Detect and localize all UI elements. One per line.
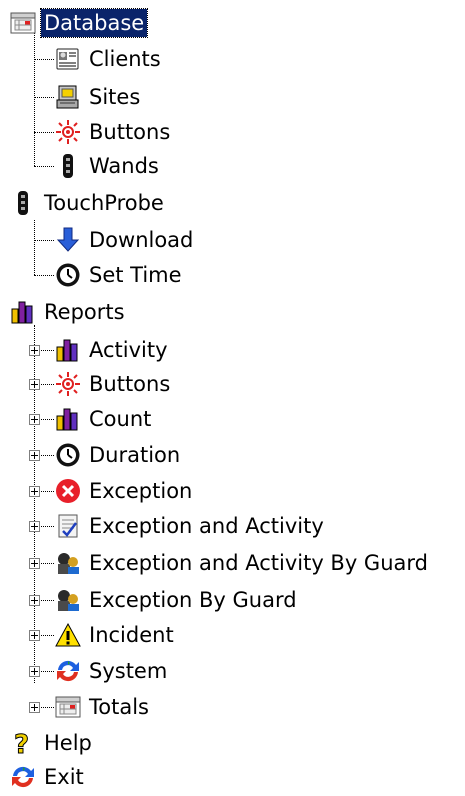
tree-item-label: Download	[89, 228, 194, 252]
tree-item-label: Activity	[89, 338, 168, 362]
expand-toggle-exception-activity-by-guard[interactable]	[29, 558, 40, 569]
tree-item-label: Buttons	[89, 372, 171, 396]
calendar-icon	[10, 10, 36, 36]
tree-item-totals[interactable]: Totals	[55, 690, 152, 724]
tree-item-exception-and-activity[interactable]: Exception and Activity	[55, 509, 327, 543]
tree-item-count[interactable]: Count	[55, 402, 154, 436]
tree-item-label: TouchProbe	[44, 191, 164, 215]
tree-item-exception-by-guard[interactable]: Exception By Guard	[55, 583, 300, 617]
tree-item-reports[interactable]: Reports	[10, 295, 128, 329]
tree-item-help[interactable]: ? Help	[10, 726, 95, 760]
tree-item-system[interactable]: System	[55, 654, 170, 688]
bar-chart-icon	[10, 299, 36, 325]
tree-item-label: Database	[39, 8, 149, 38]
tree-item-label: Totals	[89, 695, 149, 719]
checklist-icon	[55, 513, 81, 539]
tree-connector	[34, 166, 54, 167]
navigation-tree: Database Clients Sites Buttons Wands Tou…	[0, 0, 465, 796]
buttons-icon	[55, 119, 81, 145]
tree-connector	[34, 59, 54, 60]
expand-toggle-activity[interactable]	[29, 345, 40, 356]
tree-item-exception[interactable]: Exception	[55, 474, 195, 508]
expand-toggle-count[interactable]	[29, 414, 40, 425]
tree-connector	[34, 240, 54, 241]
tree-item-label: Clients	[89, 47, 161, 71]
tree-item-wands[interactable]: Wands	[55, 149, 162, 183]
tree-item-buttons-report[interactable]: Buttons	[55, 367, 173, 401]
warning-icon	[55, 622, 81, 648]
tree-item-label: Count	[89, 407, 152, 431]
tree-item-label: Exception and Activity	[89, 514, 324, 538]
guard-icon	[55, 587, 81, 613]
tree-item-label: Sites	[89, 85, 141, 109]
tree-item-database[interactable]: Database	[10, 6, 149, 40]
tree-item-label: Wands	[89, 154, 159, 178]
tree-item-label: Incident	[89, 623, 174, 647]
tree-item-label: Exception	[89, 479, 193, 503]
tree-item-sites[interactable]: Sites	[55, 80, 143, 114]
help-icon: ?	[10, 730, 36, 756]
clock-icon	[55, 442, 81, 468]
clients-icon	[55, 46, 81, 72]
tree-item-label: Duration	[89, 443, 181, 467]
tree-item-exception-activity-by-guard[interactable]: Exception and Activity By Guard	[55, 546, 431, 580]
tree-item-buttons[interactable]: Buttons	[55, 115, 173, 149]
wand-icon	[55, 153, 81, 179]
tree-item-label: Reports	[44, 300, 125, 324]
tree-item-label: System	[89, 659, 168, 683]
tree-item-clients[interactable]: Clients	[55, 42, 164, 76]
tree-item-activity[interactable]: Activity	[55, 333, 171, 367]
tree-item-label: Buttons	[89, 120, 171, 144]
tree-connector	[34, 97, 54, 98]
bar-chart-icon	[55, 337, 81, 363]
tree-item-label: Exception and Activity By Guard	[89, 551, 428, 575]
clock-icon	[55, 262, 81, 288]
wand-icon	[10, 190, 36, 216]
expand-toggle-totals[interactable]	[29, 702, 40, 713]
tree-item-label: Help	[44, 731, 92, 755]
tree-item-incident[interactable]: Incident	[55, 618, 177, 652]
error-icon	[55, 478, 81, 504]
system-arrows-icon	[10, 764, 36, 790]
svg-text:?: ?	[14, 730, 29, 756]
tree-connector	[34, 220, 35, 275]
expand-toggle-exception[interactable]	[29, 486, 40, 497]
calendar-icon	[55, 694, 81, 720]
tree-connector	[34, 132, 54, 133]
buttons-icon	[55, 371, 81, 397]
expand-toggle-duration[interactable]	[29, 450, 40, 461]
tree-item-duration[interactable]: Duration	[55, 438, 183, 472]
system-arrows-icon	[55, 658, 81, 684]
download-arrow-icon	[55, 227, 81, 253]
expand-toggle-exception-and-activity[interactable]	[29, 521, 40, 532]
tree-item-label: Set Time	[89, 263, 182, 287]
tree-item-label: Exception By Guard	[89, 588, 297, 612]
bar-chart-icon	[55, 406, 81, 432]
tree-item-set-time[interactable]: Set Time	[55, 258, 185, 292]
tree-connector	[34, 32, 35, 166]
sites-icon	[55, 84, 81, 110]
expand-toggle-exception-by-guard[interactable]	[29, 595, 40, 606]
tree-item-download[interactable]: Download	[55, 223, 196, 257]
guard-icon	[55, 550, 81, 576]
tree-connector	[34, 275, 54, 276]
expand-toggle-buttons-report[interactable]	[29, 379, 40, 390]
expand-toggle-system[interactable]	[29, 666, 40, 677]
tree-item-label: Exit	[44, 765, 84, 789]
tree-item-exit[interactable]: Exit	[10, 760, 87, 794]
tree-item-touchprobe[interactable]: TouchProbe	[10, 186, 167, 220]
expand-toggle-incident[interactable]	[29, 630, 40, 641]
